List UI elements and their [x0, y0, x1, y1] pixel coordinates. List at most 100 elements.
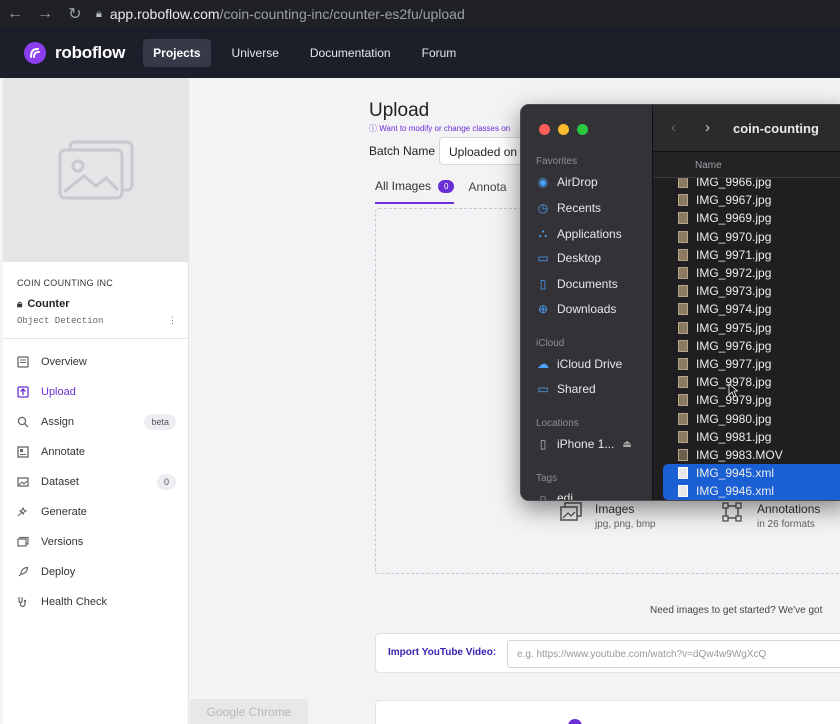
roboflow-logo-icon	[24, 42, 46, 64]
favorites-section-label: Favorites	[536, 156, 578, 167]
sidebar-item-dataset[interactable]: Dataset 0	[3, 467, 188, 497]
sidebar-item-tag[interactable]: ○ edi	[536, 491, 574, 501]
applications-icon: ⛬	[538, 226, 548, 240]
lock-icon: 🔒︎	[96, 7, 102, 20]
file-row[interactable]: IMG_9970.jpg	[653, 228, 840, 246]
taskbar-app-label: Google Chrome	[190, 699, 308, 724]
file-row[interactable]: IMG_9977.jpg	[653, 355, 840, 373]
sidebar-item-deploy[interactable]: Deploy	[3, 557, 188, 587]
sidebar-item-generate[interactable]: Generate	[3, 497, 188, 527]
file-row[interactable]: IMG_9971.jpg	[653, 246, 840, 264]
project-thumbnail	[3, 78, 189, 262]
sidebar-item-icloud-drive[interactable]: ☁ iCloud Drive	[536, 357, 622, 371]
file-row[interactable]: IMG_9967.jpg	[653, 191, 840, 209]
sidebar-item-overview[interactable]: Overview	[3, 347, 188, 377]
image-file-icon	[678, 376, 688, 389]
minimize-window-button[interactable]	[558, 124, 569, 135]
download-icon: ⊕	[537, 302, 549, 316]
file-row[interactable]: IMG_9975.jpg	[653, 319, 840, 337]
sidebar-item-documents[interactable]: ▯ Documents	[536, 277, 618, 291]
nav-projects[interactable]: Projects	[143, 39, 211, 67]
top-navigation: roboflow Projects Universe Documentation…	[0, 28, 840, 78]
forward-arrow-icon[interactable]: →	[30, 5, 60, 23]
annotations-format-title: Annotations	[757, 502, 821, 516]
finder-item-label: Downloads	[557, 302, 617, 316]
file-row[interactable]: IMG_9980.jpg	[653, 409, 840, 427]
browser-toolbar: ← → ↻ 🔒︎ app.roboflow.com/coin-counting-…	[0, 0, 840, 28]
modify-classes-link[interactable]: ⓘ Want to modify or change classes on	[369, 123, 510, 134]
file-row[interactable]: IMG_9981.jpg	[653, 428, 840, 446]
back-chevron-icon[interactable]: ‹	[671, 119, 676, 136]
youtube-url-input[interactable]: e.g. https://www.youtube.com/watch?v=dQw…	[507, 640, 840, 668]
file-row[interactable]: IMG_9969.jpg	[653, 209, 840, 227]
sidebar-item-upload[interactable]: Upload	[3, 377, 188, 407]
sidebar-item-desktop[interactable]: ▭ Desktop	[536, 251, 601, 265]
file-name: IMG_9946.xml	[696, 484, 775, 499]
file-row-selected[interactable]: IMG_9946.xml	[663, 482, 840, 500]
name-column-header[interactable]: Name	[653, 152, 840, 178]
project-name[interactable]: 🔒︎ Counter	[17, 298, 188, 310]
rocket-icon	[15, 564, 31, 580]
hint-text: Want to modify or change classes on	[379, 124, 511, 133]
file-row[interactable]: IMG_9972.jpg	[653, 264, 840, 282]
forward-chevron-icon[interactable]: ›	[705, 119, 710, 136]
document-icon: ▯	[539, 277, 547, 291]
sidebar-item-label: Assign	[41, 416, 75, 428]
finder-item-label: iCloud Drive	[557, 357, 623, 371]
sidebar-item-assign[interactable]: Assign beta	[3, 407, 188, 437]
file-row[interactable]: IMG_9974.jpg	[653, 300, 840, 318]
file-row[interactable]: IMG_9973.jpg	[653, 282, 840, 300]
finder-titlebar: ‹ › coin-counting	[653, 105, 840, 152]
project-title: Counter	[27, 298, 70, 310]
reload-icon[interactable]: ↻	[60, 4, 90, 24]
url-domain: app.roboflow.com	[109, 6, 220, 22]
youtube-import-panel: Import YouTube Video: e.g. https://www.y…	[375, 633, 840, 673]
close-window-button[interactable]	[539, 124, 550, 135]
tab-all-images[interactable]: All Images 0	[375, 179, 455, 204]
eject-icon[interactable]: ⏏	[622, 439, 631, 450]
need-images-text: Need images to get started? We've got	[650, 605, 823, 616]
image-file-icon	[678, 357, 688, 370]
finder-file-pane: ‹ › coin-counting IMG_9966.jpg IMG_9967.…	[652, 105, 840, 500]
finder-item-label: Recents	[557, 201, 602, 215]
finder-item-label: edi	[557, 491, 574, 501]
image-file-icon	[678, 394, 688, 407]
sidebar-item-shared[interactable]: ▭ Shared	[536, 382, 595, 396]
address-bar[interactable]: app.roboflow.com/coin-counting-inc/count…	[110, 6, 465, 22]
sidebar-item-airdrop[interactable]: ◉ AirDrop	[536, 175, 598, 189]
sidebar-item-recents[interactable]: ◷ Recents	[536, 201, 601, 215]
finder-item-label: Documents	[557, 277, 618, 291]
mouse-cursor-icon	[728, 383, 738, 398]
file-name: IMG_9980.jpg	[696, 411, 772, 426]
sidebar-item-label: Annotate	[41, 446, 86, 458]
sidebar-item-versions[interactable]: Versions	[3, 527, 188, 557]
images-format-sub: jpg, png, bmp	[595, 519, 656, 530]
sidebar-item-annotate[interactable]: Annotate	[3, 437, 188, 467]
sidebar-item-iphone[interactable]: ▯ iPhone 1... ⏏	[536, 437, 632, 451]
back-arrow-icon[interactable]: ←	[0, 5, 30, 23]
overview-icon	[15, 354, 31, 370]
file-row-selected[interactable]: IMG_9945.xml	[663, 464, 840, 483]
file-row[interactable]: IMG_9979.jpg	[653, 391, 840, 409]
roboflow-logo[interactable]: roboflow	[24, 42, 125, 64]
video-file-icon	[678, 448, 688, 461]
nav-forum[interactable]: Forum	[412, 39, 467, 67]
file-row[interactable]: IMG_9983.MOV	[653, 446, 840, 464]
tags-section-label: Tags	[536, 473, 558, 484]
sidebar-item-label: Generate	[41, 506, 87, 518]
kebab-menu-icon[interactable]: ⋮	[168, 316, 177, 326]
zoom-window-button[interactable]	[577, 124, 588, 135]
file-row[interactable]: IMG_9978.jpg	[653, 373, 840, 391]
sidebar-item-downloads[interactable]: ⊕ Downloads	[536, 302, 616, 316]
tab-annotated[interactable]: Annota	[468, 179, 506, 204]
file-name: IMG_9974.jpg	[696, 302, 772, 317]
nav-universe[interactable]: Universe	[222, 39, 289, 67]
folder-title: coin-counting	[733, 121, 819, 136]
finder-item-label: Desktop	[557, 251, 602, 265]
sidebar-item-applications[interactable]: ⛬ Applications	[536, 226, 622, 241]
sidebar-item-health-check[interactable]: Health Check	[3, 587, 188, 617]
image-file-icon	[678, 412, 688, 425]
file-row[interactable]: IMG_9976.jpg	[653, 337, 840, 355]
desktop-icon: ▭	[537, 251, 549, 265]
nav-documentation[interactable]: Documentation	[300, 39, 401, 67]
